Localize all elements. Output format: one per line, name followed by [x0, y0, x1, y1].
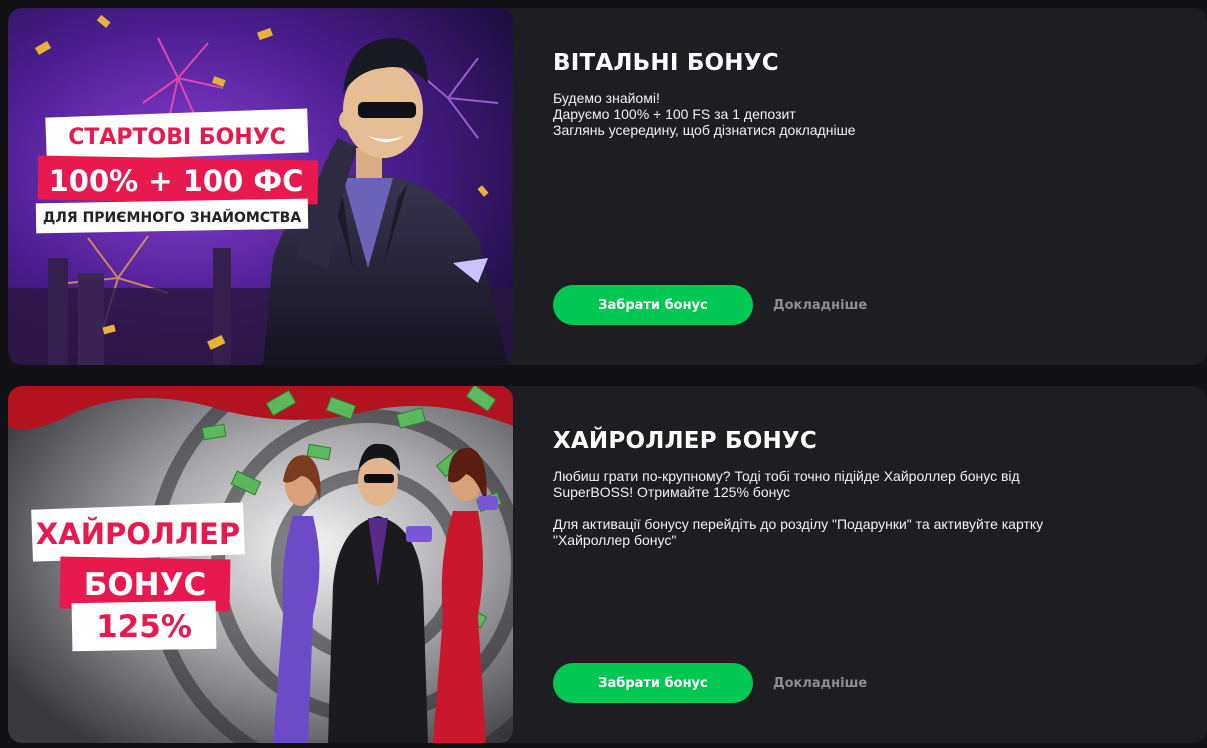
welcome-sticker-line1: СТАРТОВІ БОНУС [68, 125, 286, 150]
highroller-sticker-line3: 125% [96, 609, 192, 645]
highroller-bonus-banner[interactable]: ХАЙРОЛЛЕР БОНУС 125% [8, 386, 513, 743]
description-line: Даруємо 100% + 100 FS за 1 депозит [553, 106, 796, 122]
highroller-banner-illustration: ХАЙРОЛЛЕР БОНУС 125% [8, 386, 513, 743]
description-line: SuperBOSS! Отримайте 125% бонус [553, 484, 791, 500]
bonus-title: ХАЙРОЛЛЕР БОНУС [553, 428, 817, 454]
description-line: "Хайроллер бонус" [553, 532, 677, 548]
welcome-sticker-line3: ДЛЯ ПРИЄМНОГО ЗНАЙОМСТВА [43, 209, 302, 226]
description-line: Любиш грати по-крупному? Тоді тобі точно… [553, 468, 1020, 484]
welcome-bonus-banner[interactable]: СТАРТОВІ БОНУС 100% + 100 ФС ДЛЯ ПРИЄМНО… [8, 8, 513, 365]
welcome-bonus-content: ВІТАЛЬНІ БОНУС Будемо знайомі! Даруємо 1… [553, 8, 1177, 365]
bonus-description: Будемо знайомі! Даруємо 100% + 100 FS за… [553, 90, 1153, 138]
welcome-sticker-line2: 100% + 100 ФС [49, 164, 304, 198]
bonus-card-highroller: ХАЙРОЛЛЕР БОНУС 125% ХАЙРОЛЛЕР БОНУС Люб… [8, 386, 1207, 743]
welcome-sticker: СТАРТОВІ БОНУС 100% + 100 ФС ДЛЯ ПРИЄМНО… [35, 108, 319, 234]
description-line: Заглянь усередину, щоб дізнатися докладн… [553, 122, 856, 138]
description-line: Будемо знайомі! [553, 90, 660, 106]
bonus-card-welcome: СТАРТОВІ БОНУС 100% + 100 ФС ДЛЯ ПРИЄМНО… [8, 8, 1207, 365]
bonus-description: Любиш грати по-крупному? Тоді тобі точно… [553, 468, 1153, 548]
highroller-sticker-line1: ХАЙРОЛЛЕР [36, 517, 240, 551]
welcome-banner-illustration: СТАРТОВІ БОНУС 100% + 100 ФС ДЛЯ ПРИЄМНО… [8, 8, 513, 365]
highroller-sticker-line2: БОНУС [84, 567, 207, 603]
claim-bonus-button[interactable]: Забрати бонус [553, 285, 753, 325]
bonus-title: ВІТАЛЬНІ БОНУС [553, 50, 779, 76]
highroller-bonus-content: ХАЙРОЛЛЕР БОНУС Любиш грати по-крупному?… [553, 386, 1177, 743]
description-line: Для активації бонусу перейдіть до розділ… [553, 516, 1044, 532]
more-details-link[interactable]: Докладніше [773, 663, 867, 703]
more-details-link[interactable]: Докладніше [773, 285, 867, 325]
claim-bonus-button[interactable]: Забрати бонус [553, 663, 753, 703]
